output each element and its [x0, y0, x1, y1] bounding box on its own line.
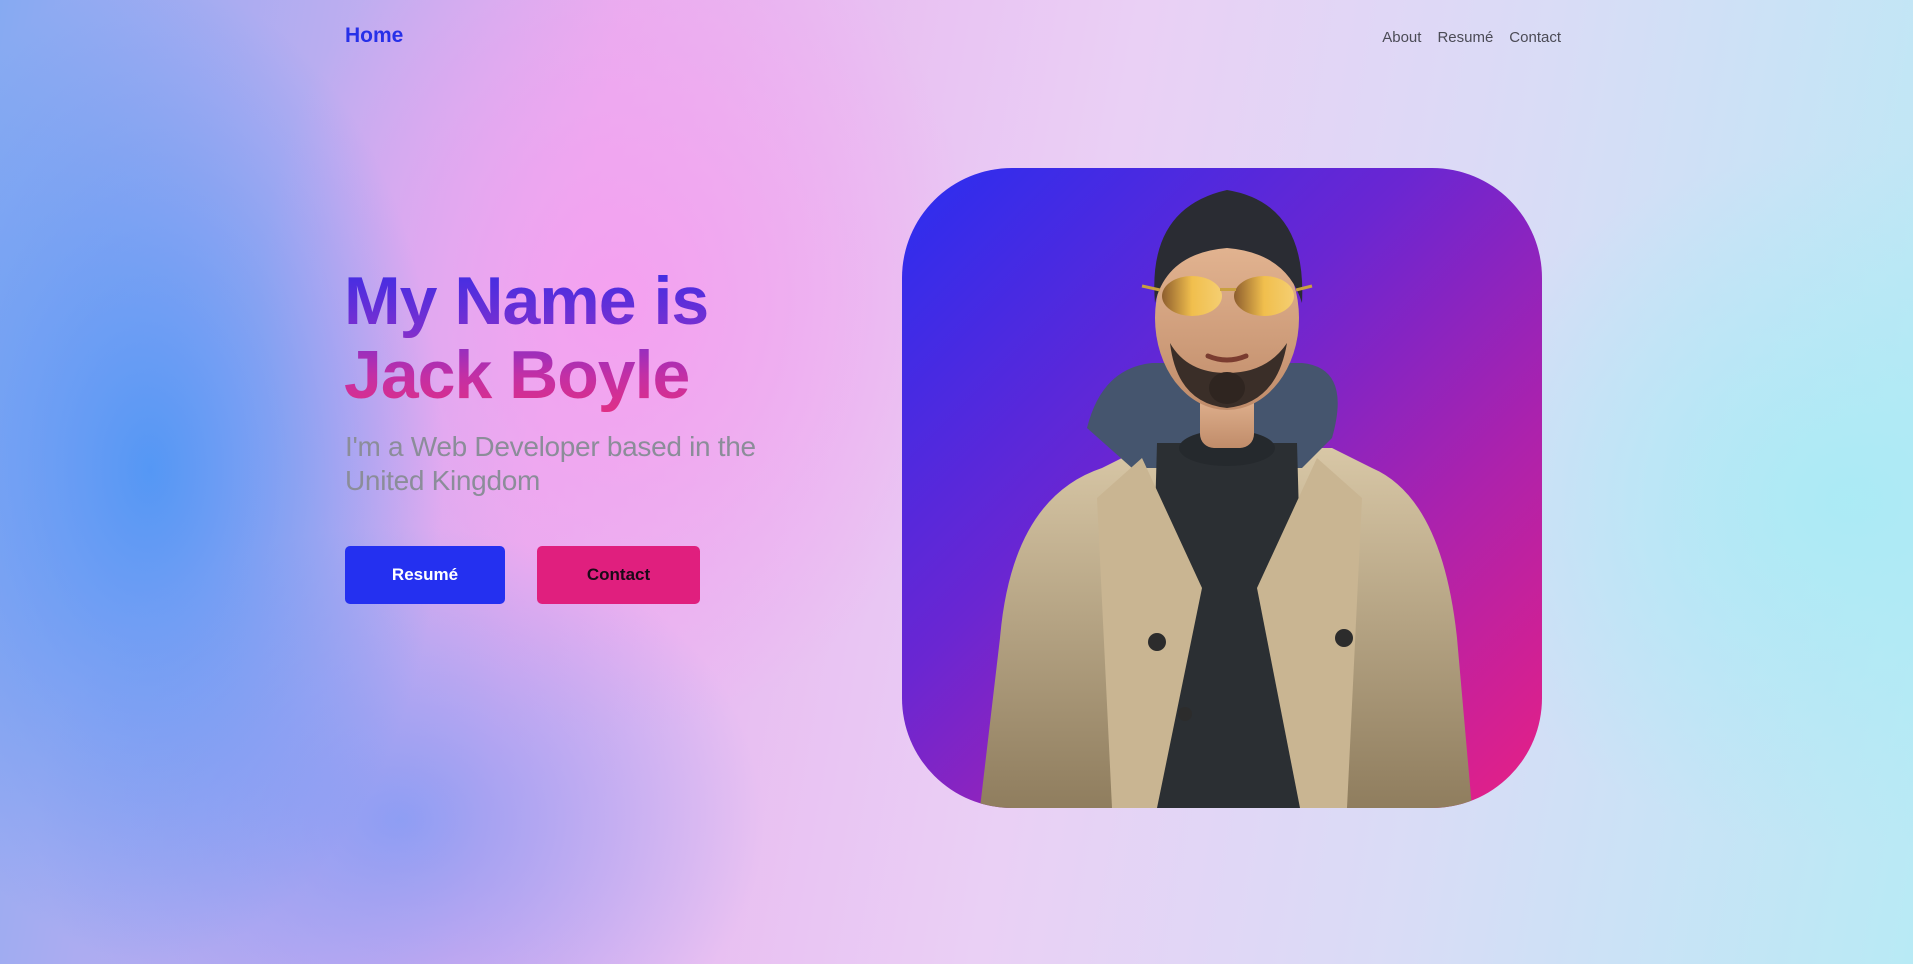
- avatar-card: [902, 168, 1542, 808]
- hero-title-line-2: Jack Boyle: [344, 337, 690, 413]
- nav-link-contact[interactable]: Contact: [1509, 29, 1561, 46]
- contact-button[interactable]: Contact: [537, 546, 700, 604]
- top-navigation: Home About Resumé Contact: [0, 0, 1913, 76]
- nav-link-resume[interactable]: Resumé: [1437, 29, 1493, 46]
- nav-links: About Resumé Contact: [1382, 29, 1561, 46]
- hero-title: My Name is Jack Boyle: [344, 264, 708, 412]
- hero-subtitle: I'm a Web Developer based in the United …: [345, 431, 756, 496]
- nav-link-about[interactable]: About: [1382, 29, 1421, 46]
- person-avatar-icon: [980, 190, 1472, 808]
- nav-home-link[interactable]: Home: [345, 24, 403, 48]
- resume-button[interactable]: Resumé: [345, 546, 505, 604]
- hero-title-line-1: My Name is: [344, 263, 709, 339]
